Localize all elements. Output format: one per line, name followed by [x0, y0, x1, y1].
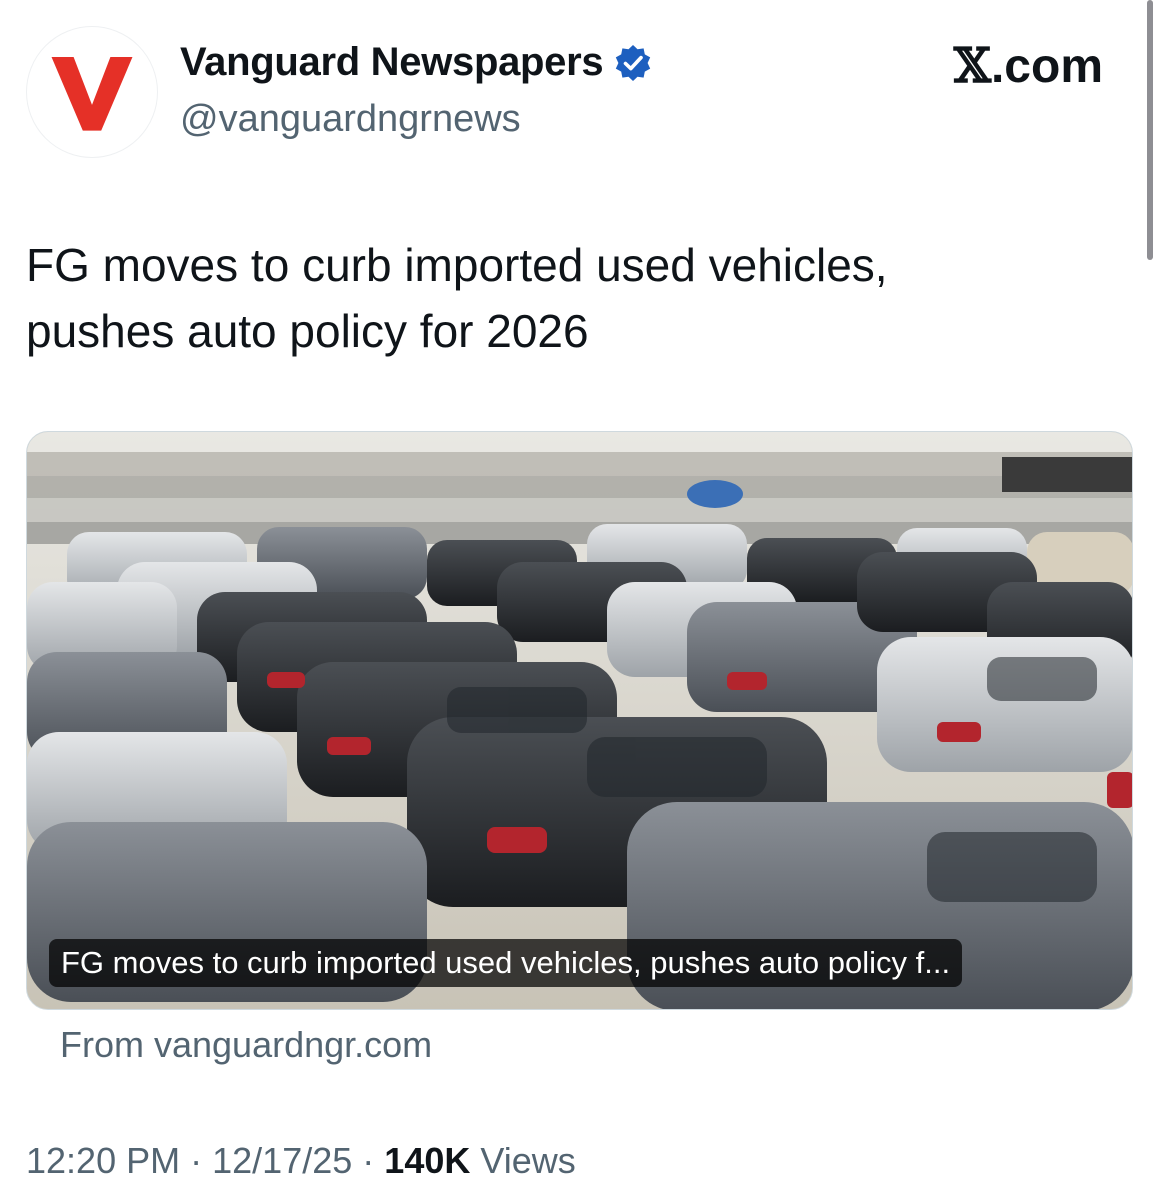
account-avatar[interactable]	[26, 26, 158, 158]
account-handle[interactable]: @vanguardngrnews	[180, 98, 521, 141]
verified-badge-icon	[613, 43, 653, 83]
scrollbar[interactable]	[1147, 0, 1153, 260]
vanguard-logo-icon	[51, 57, 133, 131]
name-row: Vanguard Newspapers	[180, 40, 653, 85]
meta-separator: ·	[190, 1140, 203, 1181]
parked-cars-photo	[27, 432, 1132, 1009]
x-brand-logo: 𝕏 .com	[954, 38, 1103, 94]
meta-separator: ·	[362, 1140, 375, 1181]
link-card[interactable]: FG moves to curb imported used vehicles,…	[26, 431, 1133, 1010]
card-source-link[interactable]: From vanguardngr.com	[60, 1024, 432, 1066]
tweet-meta: 12:20 PM · 12/17/25 · 140K Views	[26, 1140, 576, 1182]
tweet-date[interactable]: 12/17/25	[212, 1140, 352, 1181]
tweet-time[interactable]: 12:20 PM	[26, 1140, 180, 1181]
tweet-text: FG moves to curb imported used vehicles,…	[26, 239, 888, 357]
tweet-screenshot: Vanguard Newspapers @vanguardngrnews 𝕏 .…	[0, 0, 1159, 1200]
views-count: 140K	[384, 1140, 471, 1181]
x-logo-icon: 𝕏	[953, 38, 991, 94]
x-brand-suffix: .com	[990, 39, 1103, 93]
display-name[interactable]: Vanguard Newspapers	[180, 40, 604, 85]
card-caption: FG moves to curb imported used vehicles,…	[49, 939, 963, 987]
views-label: Views	[480, 1140, 576, 1181]
